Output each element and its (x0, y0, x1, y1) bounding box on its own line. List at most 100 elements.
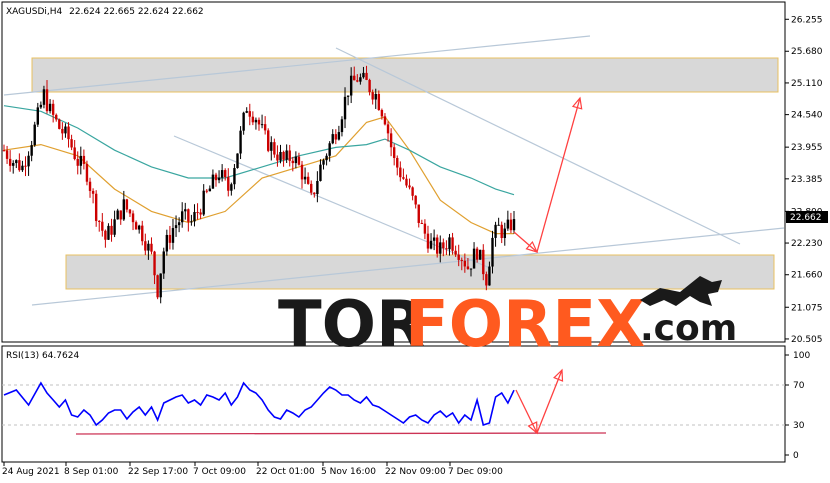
candle-body (2, 150, 6, 152)
candle-body (119, 210, 122, 220)
candle-body (460, 259, 463, 261)
current-price-marker: 22.662 (786, 211, 828, 223)
candle-body (396, 157, 399, 168)
candle-body (439, 242, 442, 254)
candle-body (21, 165, 24, 171)
candle-body (242, 112, 245, 131)
candle-body (414, 195, 417, 205)
candle-body (503, 228, 506, 239)
candle-body (190, 221, 193, 223)
candle-body (340, 119, 344, 133)
time-tick-label: 22 Oct 01:00 (256, 467, 315, 477)
candle-body (141, 225, 144, 242)
candle-body (482, 249, 485, 275)
candle-body (399, 167, 402, 178)
candle-body (24, 165, 27, 167)
candle-body (227, 177, 230, 191)
candle-body (33, 124, 36, 146)
candle-body (177, 222, 181, 226)
ohlc-values: 22.624 22.665 22.624 22.662 (69, 7, 204, 17)
candle-body (48, 103, 52, 112)
price-tick-label: 25.110 (791, 79, 823, 89)
candle-body (445, 248, 448, 250)
candle-body (429, 240, 433, 249)
candle-body (389, 133, 393, 148)
candle-body (386, 124, 390, 134)
candle-body (392, 147, 396, 158)
candle-body (442, 242, 445, 249)
candle-body (153, 251, 156, 276)
candle-body (263, 124, 267, 131)
candle-body (168, 234, 172, 243)
candle-body (405, 178, 408, 186)
candle-body (61, 128, 64, 134)
candle-body (88, 181, 92, 191)
candle-body (500, 224, 503, 239)
price-tick-label: 20.505 (791, 335, 823, 345)
candle-body (435, 237, 439, 254)
candle-body (217, 177, 221, 181)
candle-body (349, 75, 353, 96)
rsi-label: RSI(13) 64.7624 (6, 351, 79, 361)
candle-body (233, 168, 236, 185)
candle-body (288, 150, 291, 161)
candle-body (417, 204, 420, 223)
candle-body (365, 72, 368, 80)
candle-body (423, 223, 427, 234)
candle-body (187, 209, 190, 222)
candle-body (291, 160, 294, 164)
candle-body (276, 154, 279, 161)
time-tick-label: 22 Sep 17:00 (128, 467, 188, 477)
candle-body (273, 142, 276, 155)
time-tick-label: 8 Sep 01:00 (64, 467, 119, 477)
candle-body (36, 107, 39, 125)
candle-body (248, 111, 251, 117)
candle-body (251, 116, 255, 123)
candle-body (131, 213, 135, 223)
candle-body (359, 77, 362, 82)
candle-body (310, 183, 313, 193)
rsi-tick-label: 100 (793, 351, 810, 361)
candle-body (144, 241, 147, 251)
candle-body (147, 243, 150, 251)
candle-body (128, 209, 132, 214)
candle-body (94, 193, 98, 221)
candle-body (294, 156, 298, 164)
candle-body (214, 174, 218, 181)
candle-body (91, 190, 95, 194)
candle-body (303, 176, 307, 180)
price-y-axis: 26.25525.68025.11024.54023.95523.38522.8… (785, 15, 823, 345)
current-price-label: 22.662 (790, 213, 822, 223)
candle-body (282, 151, 285, 160)
candle-body (402, 177, 405, 179)
candle-body (337, 132, 341, 140)
logo-forex: FOREX (405, 288, 645, 362)
candle-body (300, 164, 304, 180)
candle-body (27, 155, 30, 167)
candle-body (220, 170, 224, 178)
candle-body (58, 119, 61, 129)
candle-body (448, 237, 451, 250)
candle-body (334, 134, 338, 140)
candle-body (159, 273, 162, 298)
candle-body (494, 224, 497, 238)
candle-body (475, 248, 479, 260)
candle-body (267, 130, 270, 151)
candle-body (451, 237, 454, 251)
candle-body (322, 160, 325, 165)
candle-body (285, 150, 288, 160)
candle-body (325, 155, 328, 161)
candle-body (122, 199, 126, 220)
candle-body (479, 249, 482, 260)
candle-body (297, 156, 301, 165)
price-tick-label: 25.680 (791, 47, 823, 57)
candle-body (12, 163, 15, 166)
candle-body (193, 212, 196, 222)
candle-body (346, 95, 350, 97)
candle-body (245, 111, 248, 113)
candle-body (113, 219, 116, 235)
candle-body (411, 187, 414, 196)
candle-body (55, 114, 58, 120)
candle-body (488, 266, 491, 286)
candle-body (260, 124, 264, 126)
